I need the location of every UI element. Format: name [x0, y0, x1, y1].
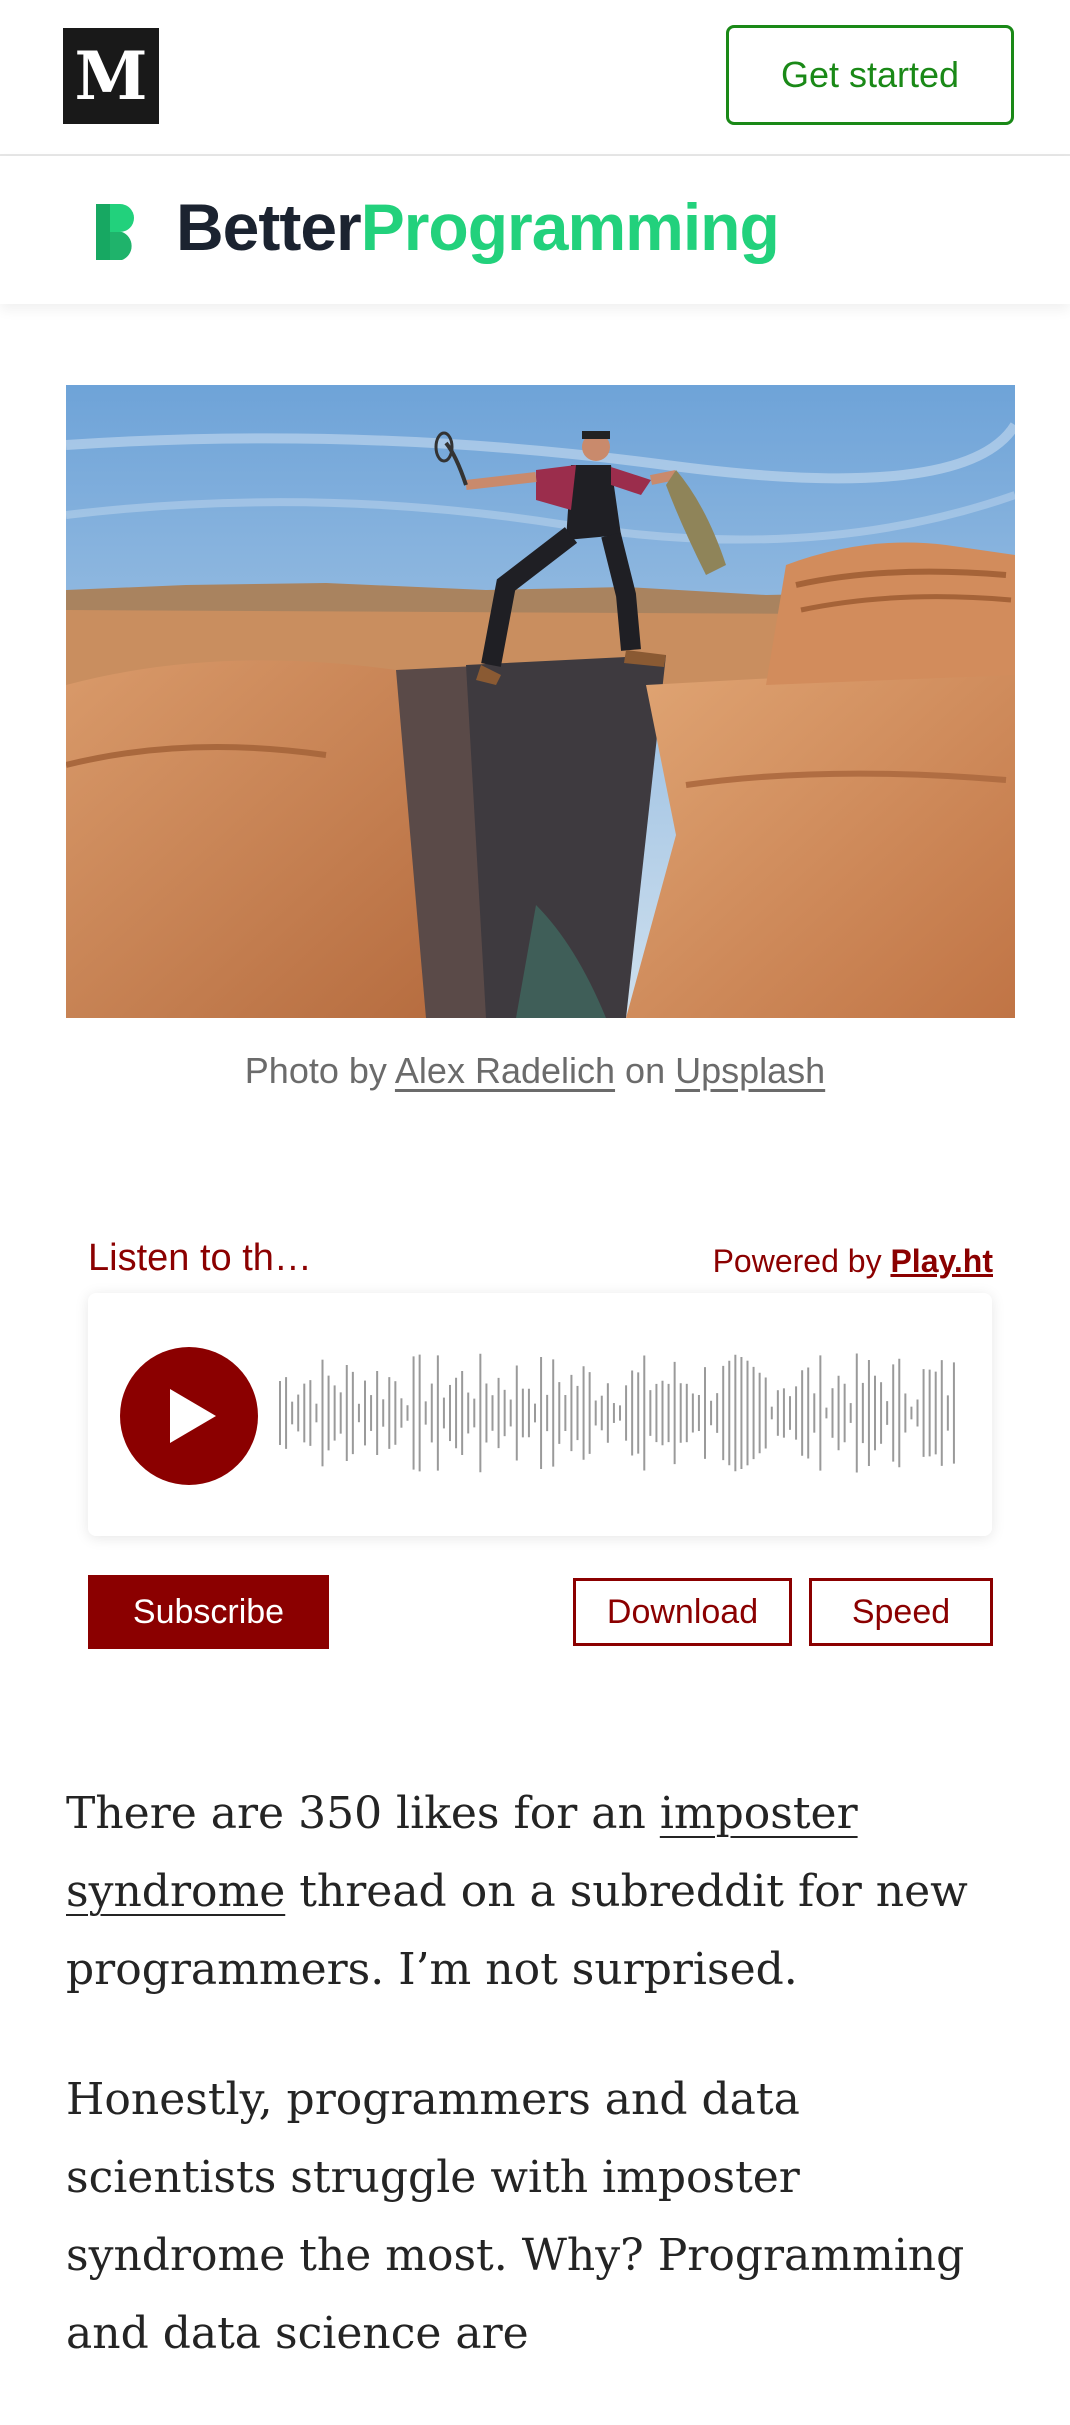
- publication-name-part2: Programming: [360, 190, 780, 264]
- medium-logo[interactable]: M: [63, 28, 159, 124]
- hero-image: [66, 385, 1015, 1018]
- play-icon: [170, 1389, 216, 1443]
- powered-by: Powered by Play.ht: [713, 1243, 993, 1280]
- publication-name-part1: Better: [176, 190, 362, 264]
- audio-player: [88, 1293, 992, 1536]
- article-body: There are 350 likes for an imposter synd…: [66, 1775, 1006, 2425]
- publication-bar: BetterProgramming: [0, 156, 1070, 304]
- caption-source-link[interactable]: Upsplash: [675, 1050, 825, 1091]
- article-paragraph-1: There are 350 likes for an imposter synd…: [66, 1775, 1006, 2009]
- subscribe-button[interactable]: Subscribe: [88, 1575, 329, 1649]
- better-programming-logo-icon[interactable]: [92, 202, 142, 262]
- audio-waveform[interactable]: [278, 1343, 958, 1483]
- caption-middle: on: [615, 1050, 676, 1091]
- caption-author-link[interactable]: Alex Radelich: [395, 1050, 615, 1091]
- top-bar: M Get started: [0, 0, 1070, 156]
- speed-button[interactable]: Speed: [809, 1578, 993, 1646]
- play-button[interactable]: [120, 1347, 258, 1485]
- caption-prefix: Photo by: [244, 1050, 395, 1091]
- audio-title: Listen to th…: [88, 1237, 312, 1279]
- hero-caption: Photo by Alex Radelich on Upsplash: [0, 1050, 1070, 1092]
- publication-name[interactable]: BetterProgramming: [176, 194, 780, 260]
- get-started-button[interactable]: Get started: [726, 25, 1014, 125]
- download-button[interactable]: Download: [573, 1578, 792, 1646]
- powered-by-prefix: Powered by: [712, 1243, 891, 1279]
- article-paragraph-2: Honestly, programmers and data scientist…: [66, 2074, 965, 2359]
- playht-link[interactable]: Play.ht: [890, 1243, 993, 1279]
- paragraph-1-text-before: There are 350 likes for an: [66, 1788, 660, 1839]
